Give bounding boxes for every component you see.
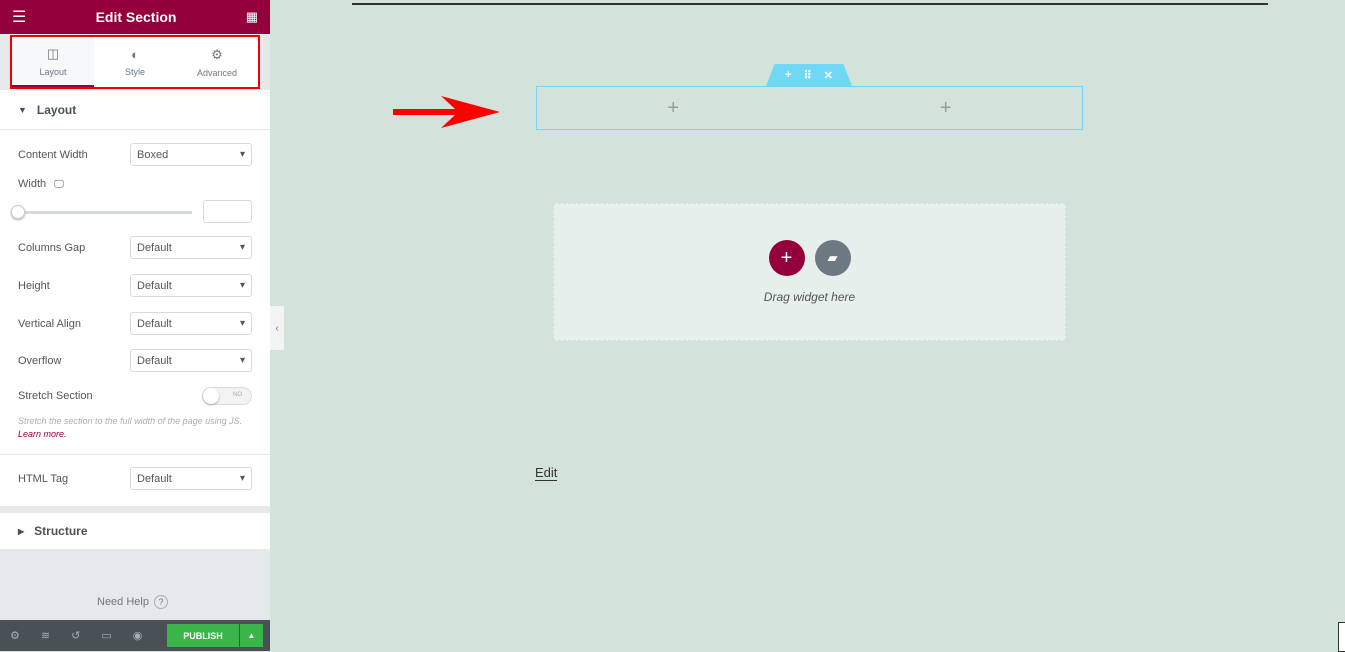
corner-box — [1338, 622, 1345, 652]
height-select[interactable]: Default — [130, 274, 252, 297]
add-template-button[interactable]: ▰ — [814, 240, 851, 276]
value: Boxed — [137, 148, 169, 161]
question-icon: ? — [153, 595, 168, 609]
tab-advanced[interactable]: ⚙ Advanced — [176, 37, 258, 87]
preview-icon[interactable]: ◉ — [133, 629, 143, 642]
structure-section[interactable]: ▶ Structure — [0, 513, 270, 549]
history-icon[interactable]: ↺ — [71, 629, 80, 642]
learn-more-link[interactable]: Learn more. — [18, 429, 67, 439]
add-section-icon[interactable]: + — [785, 69, 791, 81]
label: Height — [18, 279, 50, 292]
value: Default — [137, 241, 172, 254]
section-handle[interactable]: + ⠿ ✕ — [766, 64, 852, 86]
label: Columns Gap — [18, 241, 86, 254]
toggle-label: NO — [233, 392, 242, 398]
drag-widget-text: Drag widget here — [763, 290, 856, 304]
add-new-section-button[interactable]: + — [768, 240, 805, 276]
section-title: Structure — [34, 524, 88, 538]
navigator-icon[interactable]: ≋ — [41, 629, 50, 642]
add-section-area: + ▰ Drag widget here — [553, 203, 1066, 341]
label: Width — [18, 178, 47, 190]
edit-link[interactable]: Edit — [535, 465, 558, 481]
add-widget-icon[interactable]: + — [667, 97, 679, 120]
tab-label: Advanced — [196, 67, 238, 78]
panel-header: ☰ Edit Section ▦ — [0, 0, 270, 34]
value: Default — [137, 279, 172, 292]
panel-footer: ⚙ ≋ ↺ ▭ ◉ PUBLISH ▲ — [0, 620, 270, 651]
drag-handle-icon[interactable]: ⠿ — [804, 69, 812, 82]
value: Default — [137, 354, 172, 367]
publish-options-button[interactable]: ▲ — [240, 624, 263, 647]
value: Default — [137, 472, 172, 485]
columns-gap-select[interactable]: Default — [130, 236, 252, 259]
label: HTML Tag — [18, 472, 69, 485]
label: Content Width — [18, 148, 88, 161]
collapse-panel-button[interactable]: ‹ — [270, 306, 284, 350]
publish-button[interactable]: PUBLISH — [167, 624, 239, 647]
overflow-select[interactable]: Default — [130, 349, 252, 372]
width-slider[interactable] — [11, 204, 192, 219]
content-width-select[interactable]: Boxed — [130, 143, 252, 166]
page-divider-line — [352, 3, 1268, 5]
settings-icon[interactable]: ⚙ — [10, 629, 20, 642]
vertical-align-select[interactable]: Default — [130, 312, 252, 335]
contrast-icon: ◐ — [131, 47, 139, 62]
folder-icon: ▰ — [827, 250, 838, 265]
add-widget-icon[interactable]: + — [940, 97, 952, 120]
hamburger-icon[interactable]: ☰ — [12, 7, 26, 27]
grid-icon[interactable]: ▦ — [246, 9, 258, 25]
tab-layout[interactable]: ◫ Layout — [12, 37, 94, 87]
responsive-icon[interactable]: ▭ — [101, 629, 111, 642]
value: Default — [137, 317, 172, 330]
panel-tabs: ◫ Layout ◐ Style ⚙ Advanced — [10, 35, 260, 89]
label: Vertical Align — [18, 317, 81, 330]
gear-icon: ⚙ — [211, 46, 223, 62]
tab-style[interactable]: ◐ Style — [94, 37, 176, 87]
html-tag-select[interactable]: Default — [130, 467, 252, 490]
width-input[interactable] — [203, 200, 252, 223]
editor-panel: ☰ Edit Section ▦ ◫ Layout ◐ Style ⚙ Advance… — [0, 0, 270, 651]
stretch-toggle[interactable]: NO — [202, 387, 252, 405]
need-help-link[interactable]: Need Help? — [97, 595, 168, 609]
close-icon[interactable]: ✕ — [824, 69, 833, 82]
tab-label: Layout — [39, 66, 67, 77]
need-help-label: Need Help — [97, 596, 149, 608]
help-text: Stretch the section to the full width of… — [18, 416, 243, 426]
desktop-icon[interactable]: 🖵 — [54, 179, 64, 190]
layout-section: ▼Layout Content Width Boxed Width 🖵 Column… — [0, 90, 270, 506]
label: Overflow — [18, 354, 62, 367]
columns-icon: ◫ — [46, 45, 60, 61]
selected-section[interactable]: + + — [536, 86, 1083, 130]
panel-title: Edit Section — [95, 9, 177, 25]
section-title: Layout — [36, 102, 77, 117]
tab-label: Style — [124, 67, 145, 77]
label: Stretch Section — [18, 390, 93, 402]
column-2[interactable]: + — [810, 87, 1083, 129]
column-1[interactable]: + — [537, 87, 810, 129]
red-arrow-annotation — [393, 96, 500, 128]
layout-section-header[interactable]: ▼ Layout — [0, 90, 270, 130]
